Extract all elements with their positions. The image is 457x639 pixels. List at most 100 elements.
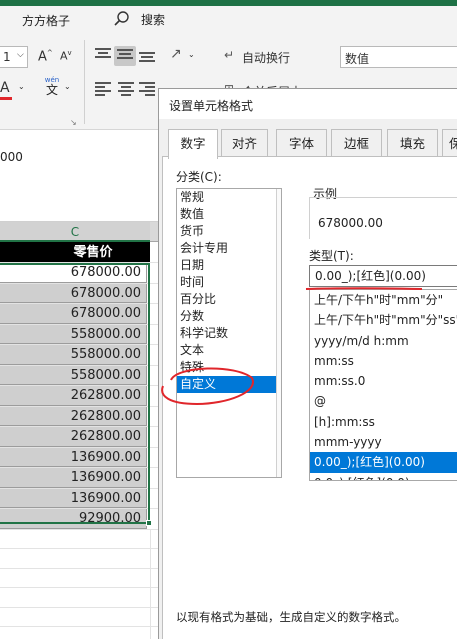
- category-item[interactable]: 数值: [177, 206, 281, 223]
- retail-price-cell[interactable]: 262800.00: [0, 427, 147, 447]
- retail-price-cell[interactable]: 136900.00: [0, 468, 147, 488]
- table-row[interactable]: 678000.00: [0, 304, 158, 325]
- retail-price-cell[interactable]: 262800.00: [0, 386, 147, 406]
- type-option[interactable]: mm:ss.0: [310, 371, 457, 391]
- empty-row[interactable]: [0, 529, 158, 549]
- category-item[interactable]: 时间: [177, 274, 281, 291]
- tab-alignment[interactable]: 对齐: [221, 129, 268, 157]
- retail-price-cell[interactable]: 558000.00: [0, 365, 147, 385]
- tab-number[interactable]: 数字: [168, 129, 218, 159]
- orientation-chevron-icon[interactable]: ⌄: [188, 50, 195, 59]
- sample-value: 678000.00: [318, 216, 383, 230]
- table-row[interactable]: 678000.00: [0, 263, 158, 284]
- empty-row[interactable]: [0, 588, 158, 608]
- retail-price-cell[interactable]: 678000.00: [0, 263, 147, 283]
- formula-value: 000: [0, 150, 23, 164]
- empty-row[interactable]: [0, 607, 158, 627]
- align-left-icon[interactable]: [95, 82, 113, 98]
- empty-row[interactable]: [0, 627, 158, 639]
- type-option[interactable]: 上午/下午h"时"mm"分"ss"秒: [310, 310, 457, 330]
- align-right-icon[interactable]: [139, 82, 157, 98]
- retail-price-cell[interactable]: 558000.00: [0, 345, 147, 365]
- retail-price-cell[interactable]: 92900.00: [0, 509, 147, 529]
- font-size-box[interactable]: 1 ⌵: [0, 46, 28, 68]
- align-middle-icon[interactable]: [114, 46, 136, 66]
- table-row[interactable]: 262800.00: [0, 386, 158, 407]
- table-row[interactable]: 136900.00: [0, 468, 158, 489]
- table-header-row[interactable]: 零售价: [0, 242, 158, 263]
- type-input[interactable]: 0.00_);[红色](0.00): [309, 265, 457, 287]
- empty-row[interactable]: [0, 568, 158, 588]
- retail-price-cell[interactable]: 558000.00: [0, 324, 147, 344]
- chevron-down-icon[interactable]: ⌵: [17, 50, 24, 60]
- fill-handle[interactable]: [146, 520, 152, 526]
- retail-price-cell[interactable]: 678000.00: [0, 283, 147, 303]
- align-top-icon[interactable]: [95, 48, 113, 64]
- table-row[interactable]: 558000.00: [0, 345, 158, 366]
- table-row[interactable]: 92900.00: [0, 509, 158, 530]
- wrap-text-icon[interactable]: ↵: [224, 48, 234, 62]
- retail-price-cell[interactable]: 262800.00: [0, 406, 147, 426]
- grid-line: [150, 607, 151, 626]
- table-row[interactable]: 262800.00: [0, 406, 158, 427]
- retail-price-cell[interactable]: 136900.00: [0, 488, 147, 508]
- orientation-icon[interactable]: ↗: [170, 46, 182, 62]
- dialog-launcher-icon[interactable]: ↘: [70, 118, 77, 127]
- excel-title-bar: 方方格子 搜索: [0, 6, 457, 34]
- phonetic-chevron-icon[interactable]: ⌄: [64, 82, 71, 91]
- category-item[interactable]: 常规: [177, 189, 281, 206]
- category-item[interactable]: 货币: [177, 223, 281, 240]
- increase-font-icon[interactable]: A^: [38, 49, 53, 64]
- type-list[interactable]: 上午/下午h"时"mm"分"上午/下午h"时"mm"分"ss"秒yyyy/m/d…: [309, 289, 457, 481]
- font-color-chevron-icon[interactable]: ⌄: [18, 82, 25, 91]
- category-item[interactable]: 日期: [177, 257, 281, 274]
- search-label[interactable]: 搜索: [141, 11, 165, 28]
- wrap-text-label[interactable]: 自动换行: [242, 49, 290, 66]
- empty-row[interactable]: [0, 549, 158, 569]
- number-format-dropdown[interactable]: 数值: [340, 46, 457, 68]
- table-row[interactable]: 558000.00: [0, 324, 158, 345]
- category-list[interactable]: 常规 数值 货币 会计专用 日期 时间 百分比 分数 科学记数 文本 特殊 自定义: [176, 188, 282, 478]
- sample-box: 678000.00: [309, 197, 457, 239]
- retail-price-cell[interactable]: 678000.00: [0, 304, 147, 324]
- phonetic-guide-icon[interactable]: wén 文: [44, 76, 60, 97]
- category-item[interactable]: 文本: [177, 342, 281, 359]
- category-item[interactable]: 科学记数: [177, 325, 281, 342]
- tab-font[interactable]: 字体: [276, 129, 327, 157]
- table-row[interactable]: 558000.00: [0, 365, 158, 386]
- tab-fill[interactable]: 填充: [387, 129, 438, 157]
- category-scrollbar[interactable]: [276, 189, 281, 477]
- category-item[interactable]: 自定义: [177, 376, 281, 393]
- table-row[interactable]: 136900.00: [0, 488, 158, 509]
- type-option[interactable]: @: [310, 391, 457, 411]
- type-option[interactable]: 上午/下午h"时"mm"分": [310, 290, 457, 310]
- format-description: 以现有格式为基础，生成自定义的数字格式。: [176, 610, 406, 624]
- tab-border[interactable]: 边框: [331, 129, 382, 157]
- tab-protection[interactable]: 保: [442, 129, 457, 157]
- category-item[interactable]: 特殊: [177, 359, 281, 376]
- category-item[interactable]: 百分比: [177, 291, 281, 308]
- type-option[interactable]: mm:ss: [310, 351, 457, 371]
- column-header-c[interactable]: C: [0, 222, 150, 242]
- category-item[interactable]: 分数: [177, 308, 281, 325]
- table-row[interactable]: 678000.00: [0, 283, 158, 304]
- dialog-titlebar[interactable]: 设置单元格格式: [159, 89, 457, 119]
- table-row[interactable]: 136900.00: [0, 447, 158, 468]
- align-center-icon[interactable]: [118, 82, 136, 98]
- type-option[interactable]: 0.00_);[红色](0.00): [310, 452, 457, 473]
- type-option[interactable]: yyyy/m/d h:mm: [310, 331, 457, 351]
- decrease-font-icon[interactable]: Av: [60, 49, 72, 63]
- table-row[interactable]: 262800.00: [0, 427, 158, 448]
- search-icon[interactable]: [113, 10, 131, 28]
- header-cell-retail-price[interactable]: 零售价: [0, 242, 150, 262]
- type-option[interactable]: [h]:mm:ss: [310, 412, 457, 432]
- type-option[interactable]: 0.0_);[红色](0.0): [310, 473, 457, 480]
- font-color-icon[interactable]: A: [0, 80, 10, 96]
- type-option[interactable]: mmm-yyyy: [310, 432, 457, 452]
- retail-price-cell[interactable]: 136900.00: [0, 447, 147, 467]
- grid-line: [150, 549, 151, 568]
- grid-line: [150, 568, 151, 587]
- number-tab-panel: 分类(C): 常规 数值 货币 会计专用 日期 时间 百分比 分数 科学记数 文本 特殊 自定义 示例…: [162, 156, 457, 639]
- align-bottom-icon[interactable]: [139, 52, 157, 68]
- category-item[interactable]: 会计专用: [177, 240, 281, 257]
